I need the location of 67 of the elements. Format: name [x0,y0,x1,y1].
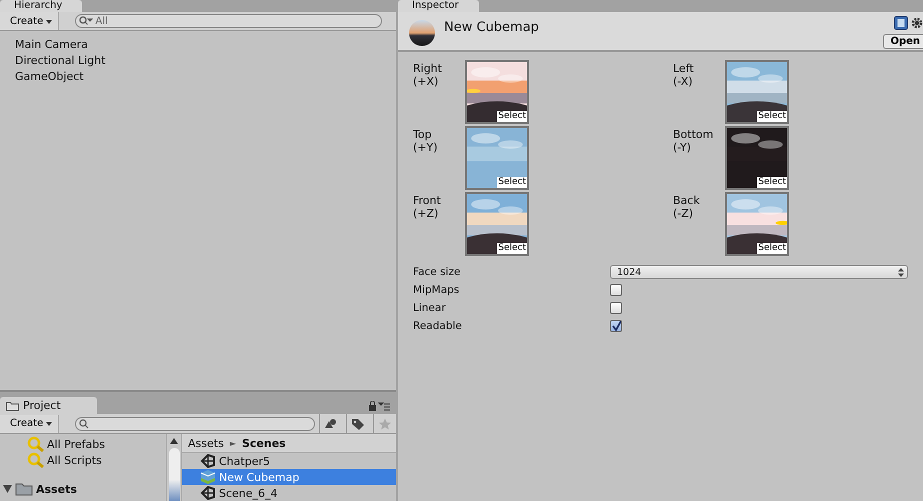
file-item[interactable]: Scene_6_4 [182,485,396,501]
scene-icon [200,454,216,468]
folder-icon [6,400,19,410]
select-button[interactable]: Select [757,111,787,122]
texture-slot[interactable]: Select [465,60,529,124]
create-button[interactable]: Create [0,414,60,432]
select-button[interactable]: Select [497,243,527,254]
face-label: Top (+Y) [413,127,439,156]
breadcrumb-item[interactable]: Assets [188,436,224,450]
file-item[interactable]: New Cubemap [182,469,396,485]
hierarchy-item[interactable]: GameObject [15,69,84,85]
checkbox[interactable] [610,284,622,296]
checkbox[interactable] [610,320,622,332]
tag-icon [351,418,365,430]
favorite-item[interactable]: All Scripts [47,454,102,466]
checkbox[interactable] [610,302,622,314]
sphere-icon [408,19,436,47]
search-field[interactable] [75,416,315,430]
cube-icon [200,470,216,484]
field-label: Face size [413,266,462,278]
hierarchy-item[interactable]: Main Camera [15,37,88,53]
texture-slot[interactable]: Select [725,192,789,256]
select-button[interactable]: Select [497,177,527,188]
hierarchy-item[interactable]: Directional Light [15,53,106,69]
shapes-icon [324,418,338,430]
scrollbar[interactable] [166,434,182,501]
face-label: Right (+X) [413,61,443,90]
field-label: MipMaps [413,284,460,296]
help-icon[interactable] [894,16,908,30]
asset-title: New Cubemap [444,20,540,35]
select-button[interactable]: Select [757,177,787,188]
create-button[interactable]: Create [0,12,60,30]
search-icon [27,452,45,468]
open-button[interactable]: Open [883,34,923,49]
up-arrow-icon[interactable] [170,438,178,444]
face-label: Left (-X) [673,61,695,90]
separator-icon: ► [230,438,236,448]
inspector-tab[interactable]: Inspector [398,0,479,12]
folder-item[interactable]: Assets [36,482,77,496]
texture-slot[interactable]: Select [465,126,529,190]
stepper-arrows-icon [898,268,904,276]
select-button[interactable]: Select [757,243,787,254]
texture-slot[interactable]: Select [465,192,529,256]
hierarchy-tab[interactable]: Hierarchy [0,0,82,12]
field-label: Readable [413,320,463,332]
folder-icon [15,482,33,496]
face-size-dropdown[interactable]: 1024 [610,265,908,279]
settings-icon[interactable] [911,17,923,29]
star-icon [378,418,392,430]
scene-icon [200,486,216,500]
favorite-item[interactable]: All Prefabs [47,438,105,450]
lock-icon[interactable] [368,401,390,411]
texture-slot[interactable]: Select [725,126,789,190]
caret-icon [46,422,52,426]
texture-slot[interactable]: Select [725,60,789,124]
search-field[interactable]: All [75,14,382,28]
caret-icon [46,20,52,24]
field-label: Linear [413,302,447,314]
expand-arrow-icon[interactable] [3,482,12,496]
file-item[interactable]: Chatper5 [182,453,396,469]
face-label: Bottom (-Y) [673,127,714,156]
project-tab[interactable]: Project [0,397,97,414]
face-label: Front (+Z) [413,193,442,222]
face-label: Back (-Z) [673,193,701,222]
search-icon [27,436,45,452]
breadcrumb-item[interactable]: Scenes [242,436,286,450]
select-button[interactable]: Select [497,111,527,122]
